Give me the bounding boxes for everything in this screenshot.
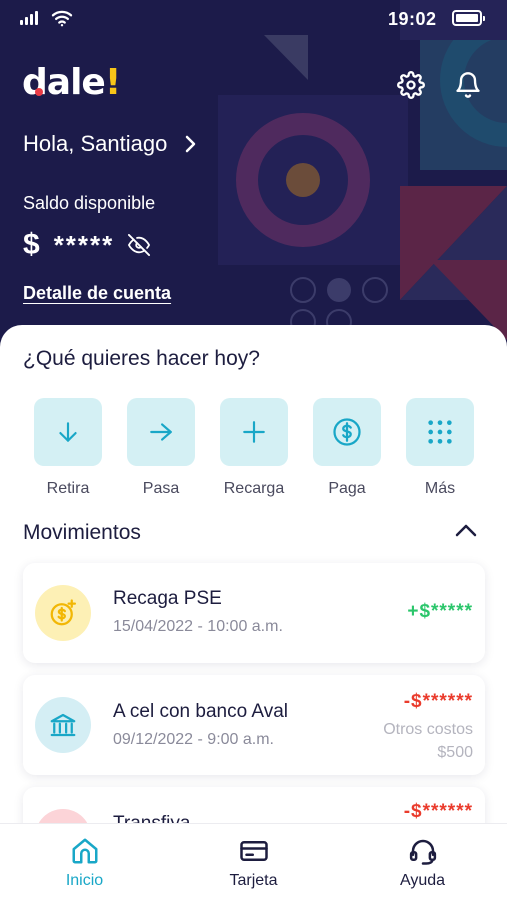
signal-icon — [20, 11, 38, 25]
nav-label: Ayuda — [399, 872, 446, 889]
bank-icon — [50, 713, 76, 737]
bottom-nav: Inicio Tarjeta Ayuda — [0, 823, 507, 900]
movement-item[interactable]: A cel con banco Aval 09/12/2022 - 9:00 a… — [23, 675, 485, 775]
nav-ayuda[interactable]: Ayuda — [363, 824, 483, 900]
action-label: Recarga — [223, 480, 285, 497]
notifications-button[interactable] — [451, 68, 485, 102]
arrow-right-icon — [150, 423, 172, 441]
header-decoration — [218, 0, 507, 340]
nav-tarjeta[interactable]: Tarjeta — [194, 824, 314, 900]
action-retira-box[interactable] — [34, 398, 102, 466]
action-label: Paga — [328, 480, 366, 497]
home-icon — [72, 838, 97, 864]
wifi-icon — [51, 10, 73, 27]
action-mas[interactable]: Más — [406, 398, 474, 498]
action-pasa-box[interactable] — [127, 398, 195, 466]
logo-text: dale — [22, 62, 106, 103]
movement-amount: +$***** — [407, 601, 473, 622]
movement-fee-value: $500 — [437, 744, 473, 761]
movement-date: 15/04/2022 - 10:00 a.m. — [113, 618, 283, 635]
movement-amount: -$****** — [403, 801, 473, 822]
arrow-down-icon — [59, 422, 77, 442]
account-detail-link[interactable]: Detalle de cuenta — [23, 283, 171, 304]
actions-heading: ¿Qué quieres hacer hoy? — [23, 347, 260, 370]
balance-label: Saldo disponible — [23, 193, 156, 213]
action-recarga-box[interactable] — [220, 398, 288, 466]
chevron-up-icon[interactable] — [455, 523, 477, 537]
chevron-right-icon — [186, 135, 196, 153]
action-mas-box[interactable] — [406, 398, 474, 466]
bell-icon — [456, 72, 480, 98]
movement-avatar — [35, 697, 91, 753]
battery-icon — [452, 10, 485, 26]
headset-icon — [409, 839, 436, 865]
quick-actions: Retira Pasa Recarga Paga Más — [34, 398, 474, 498]
eye-off-icon — [128, 234, 151, 256]
greeting-text: Hola, Santiago — [23, 131, 168, 156]
plus-icon — [243, 421, 265, 443]
grid-dots-icon — [428, 420, 452, 444]
movement-amount: -$****** — [403, 691, 473, 712]
action-paga[interactable]: Paga — [313, 398, 381, 498]
toggle-balance-button[interactable] — [126, 234, 152, 256]
action-paga-box[interactable] — [313, 398, 381, 466]
main-sheet: ¿Qué quieres hacer hoy? Retira Pasa Reca… — [0, 325, 507, 900]
movement-avatar — [35, 585, 91, 641]
balance-row: $ ***** — [23, 228, 152, 262]
greeting-button[interactable]: Hola, Santiago — [23, 131, 197, 157]
action-pasa[interactable]: Pasa — [127, 398, 195, 498]
card-icon — [239, 841, 268, 861]
settings-button[interactable] — [394, 68, 428, 102]
action-label: Pasa — [142, 480, 180, 497]
movement-item[interactable]: Recaga PSE 15/04/2022 - 10:00 a.m. +$***… — [23, 563, 485, 663]
currency-symbol: $ — [23, 228, 40, 261]
status-bar: 19:02 — [0, 0, 507, 38]
dale-logo: dale! — [22, 62, 121, 103]
header: dale! Hola, Santiago Saldo disponible $ … — [0, 0, 507, 360]
nav-label: Tarjeta — [229, 872, 278, 889]
coin-plus-icon — [50, 599, 76, 626]
movements-title: Movimientos — [23, 521, 141, 544]
movement-fee-label: Otros costos — [383, 721, 473, 738]
action-recarga[interactable]: Recarga — [220, 398, 288, 498]
movement-title: Recaga PSE — [113, 588, 222, 609]
balance-value: ***** — [53, 229, 115, 260]
movement-title: A cel con banco Aval — [113, 701, 288, 722]
logo-bang: ! — [104, 62, 121, 103]
gear-icon — [397, 71, 425, 99]
movement-date: 09/12/2022 - 9:00 a.m. — [113, 731, 274, 748]
action-label: Más — [424, 480, 456, 497]
logo-dot — [35, 88, 43, 96]
nav-label: Inicio — [65, 872, 104, 889]
dollar-coin-icon — [333, 418, 361, 446]
action-label: Retira — [46, 480, 90, 497]
status-time: 19:02 — [388, 9, 437, 29]
nav-inicio[interactable]: Inicio — [25, 824, 145, 900]
action-retira[interactable]: Retira — [34, 398, 102, 498]
